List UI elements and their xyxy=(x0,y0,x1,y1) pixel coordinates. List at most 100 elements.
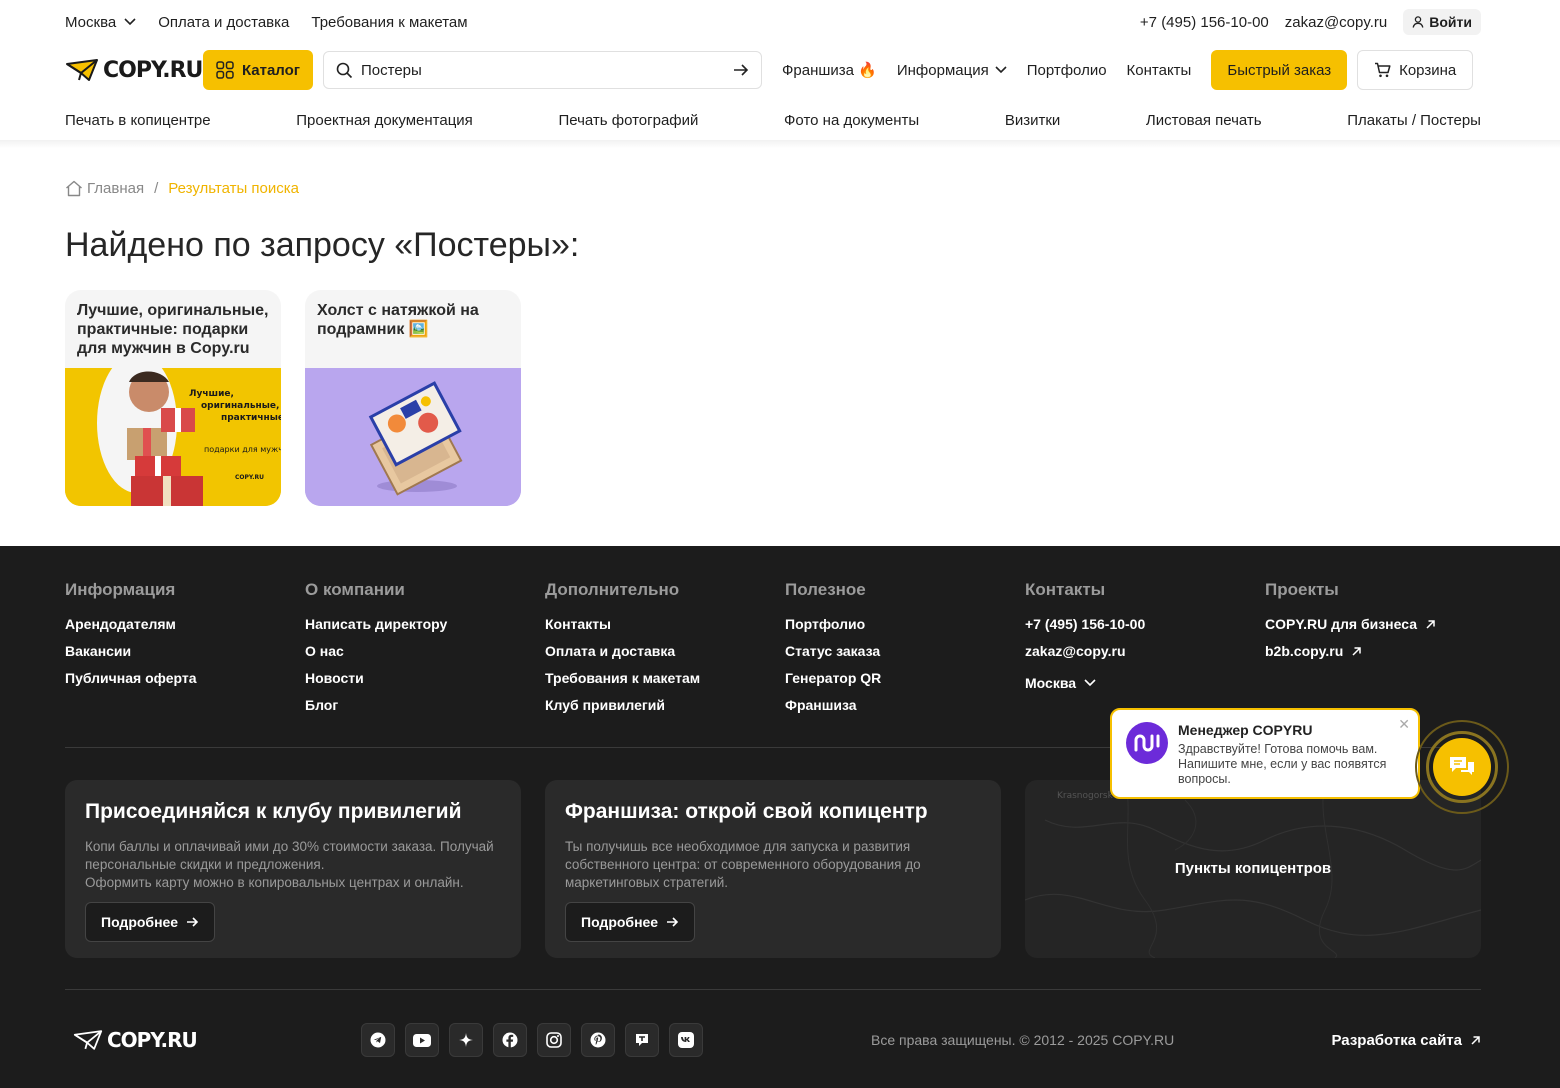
footer-link[interactable]: Новости xyxy=(305,670,545,686)
close-icon[interactable]: ✕ xyxy=(1398,716,1410,733)
footer-bottom: COPY.RU Все права защищены. © 2012 - 202… xyxy=(65,1022,1481,1058)
image-caption-4: подарки для мужч xyxy=(204,445,281,454)
footer-link[interactable]: Клуб привилегий xyxy=(545,697,785,713)
footer-city-selector[interactable]: Москва xyxy=(1025,675,1265,691)
promo-title: Франшиза: открой свой копицентр xyxy=(565,800,928,823)
result-card-image xyxy=(305,368,521,506)
catalog-button[interactable]: Каталог xyxy=(203,50,313,90)
map-place-label: Krasnogorsk xyxy=(1057,791,1114,801)
sparkle-icon[interactable] xyxy=(449,1023,483,1057)
search-icon xyxy=(336,62,353,79)
telegram-icon[interactable] xyxy=(361,1023,395,1057)
footer-heading: Полезное xyxy=(785,580,866,599)
breadcrumb-separator: / xyxy=(154,180,159,197)
more-button[interactable]: Подробнее xyxy=(565,902,696,942)
category-copy-center[interactable]: Печать в копицентре xyxy=(65,112,211,129)
footer-link[interactable]: Генератор QR xyxy=(785,670,1025,686)
breadcrumb-home[interactable]: Главная xyxy=(87,180,144,197)
more-button[interactable]: Подробнее xyxy=(85,902,216,942)
tenchat-icon[interactable] xyxy=(625,1023,659,1057)
developer-label: Разработка сайта xyxy=(1331,1031,1463,1049)
cart-icon xyxy=(1374,62,1391,78)
city-selector[interactable]: Москва xyxy=(65,14,136,31)
footer-col-company: О компании Написать директору О нас Ново… xyxy=(305,580,545,724)
cart-button[interactable]: Корзина xyxy=(1357,50,1474,90)
search-input[interactable] xyxy=(361,61,725,79)
quick-order-button[interactable]: Быстрый заказ xyxy=(1211,50,1348,90)
nav-portfolio[interactable]: Портфолио xyxy=(1027,62,1107,79)
youtube-icon[interactable] xyxy=(405,1023,439,1057)
result-card[interactable]: Холст с натяжкой на подрамник 🖼️ xyxy=(305,290,521,506)
result-card-image: Лучшие, оригинальные, практичные подарки… xyxy=(65,368,281,506)
login-label: Войти xyxy=(1429,14,1472,30)
chat-open-button[interactable] xyxy=(1415,720,1509,814)
payment-delivery-link[interactable]: Оплата и доставка xyxy=(158,14,289,31)
instagram-icon[interactable] xyxy=(537,1023,571,1057)
facebook-icon[interactable] xyxy=(493,1023,527,1057)
category-id-photos[interactable]: Фото на документы xyxy=(784,112,919,129)
nav-info[interactable]: Информация xyxy=(897,62,1007,79)
external-link-icon xyxy=(1470,1035,1481,1046)
footer-project-link[interactable]: b2b.copy.ru xyxy=(1265,643,1505,659)
cart-label: Корзина xyxy=(1399,61,1457,79)
footer-link[interactable]: Портфолио xyxy=(785,616,1025,632)
footer-project-label: b2b.copy.ru xyxy=(1265,643,1344,659)
phone-link[interactable]: +7 (495) 156-10-00 xyxy=(1140,14,1269,31)
footer-logo[interactable]: COPY.RU xyxy=(73,1028,198,1052)
result-card[interactable]: Лучшие, оригинальные, практичные: подарк… xyxy=(65,290,281,506)
logo-text: COPY.RU xyxy=(103,57,203,83)
footer-heading: Контакты xyxy=(1025,580,1106,599)
footer-link[interactable]: Статус заказа xyxy=(785,643,1025,659)
site-logo[interactable]: COPY.RU xyxy=(65,58,203,83)
manager-avatar xyxy=(1126,722,1168,764)
login-button[interactable]: Войти xyxy=(1403,9,1481,35)
image-caption-2: оригинальные, xyxy=(201,401,279,411)
vk-icon[interactable] xyxy=(669,1023,703,1057)
footer-link[interactable]: Блог xyxy=(305,697,545,713)
chat-popup[interactable]: Менеджер COPYRU Здравствуйте! Готова пом… xyxy=(1110,708,1420,799)
footer-heading: Проекты xyxy=(1265,580,1339,599)
paper-plane-icon xyxy=(65,58,99,82)
footer-link[interactable]: Оплата и доставка xyxy=(545,643,785,659)
promo-text: Ты получишь все необходимое для запуска … xyxy=(565,839,921,890)
footer-col-contacts: Контакты +7 (495) 156-10-00 zakaz@copy.r… xyxy=(1025,580,1265,724)
footer-col-info: Информация Арендодателям Вакансии Публич… xyxy=(65,580,305,724)
category-sheet-print[interactable]: Листовая печать xyxy=(1146,112,1262,129)
email-link[interactable]: zakaz@copy.ru xyxy=(1285,14,1388,31)
footer-link[interactable]: Арендодателям xyxy=(65,616,305,632)
footer-link[interactable]: Написать директору xyxy=(305,616,545,632)
nav-contacts[interactable]: Контакты xyxy=(1127,62,1192,79)
category-business-cards[interactable]: Визитки xyxy=(1005,112,1060,129)
breadcrumb-current: Результаты поиска xyxy=(168,180,300,197)
category-posters[interactable]: Плакаты / Постеры xyxy=(1347,112,1481,129)
category-project-docs[interactable]: Проектная документация xyxy=(296,112,473,129)
result-card-title: Лучшие, оригинальные, практичные: подарк… xyxy=(77,302,269,357)
more-label: Подробнее xyxy=(581,914,659,930)
footer-link[interactable]: Вакансии xyxy=(65,643,305,659)
copy-centers-map[interactable]: Krasnogorsk Пункты копицентров xyxy=(1025,780,1481,958)
arrow-right-icon[interactable] xyxy=(733,63,749,77)
footer-col-extra: Дополнительно Контакты Оплата и доставка… xyxy=(545,580,785,724)
footer-link[interactable]: Требования к макетам xyxy=(545,670,785,686)
footer-city-label: Москва xyxy=(1025,675,1077,691)
result-card-title: Холст с натяжкой на подрамник 🖼️ xyxy=(317,302,479,338)
developer-link[interactable]: Разработка сайта xyxy=(1332,1032,1482,1049)
footer-link[interactable]: Публичная оферта xyxy=(65,670,305,686)
footer-phone[interactable]: +7 (495) 156-10-00 xyxy=(1025,616,1265,632)
category-photo-print[interactable]: Печать фотографий xyxy=(558,112,698,129)
main-nav: Франшиза 🔥 Информация Портфолио Контакты xyxy=(782,61,1192,80)
footer-link[interactable]: Контакты xyxy=(545,616,785,632)
more-label: Подробнее xyxy=(101,914,179,930)
chevron-down-icon xyxy=(124,18,136,26)
image-caption-3: практичные xyxy=(221,413,281,423)
footer-link[interactable]: Франшиза xyxy=(785,697,1025,713)
footer-email[interactable]: zakaz@copy.ru xyxy=(1025,643,1265,659)
footer-col-projects: Проекты COPY.RU для бизнеса b2b.copy.ru xyxy=(1265,580,1505,724)
footer-link[interactable]: О нас xyxy=(305,643,545,659)
layout-requirements-link[interactable]: Требования к макетам xyxy=(311,14,467,31)
city-label: Москва xyxy=(65,13,117,31)
image-caption-1: Лучшие, xyxy=(189,389,234,399)
nav-franchise[interactable]: Франшиза 🔥 xyxy=(782,61,877,79)
pinterest-icon[interactable] xyxy=(581,1023,615,1057)
footer-project-link[interactable]: COPY.RU для бизнеса xyxy=(1265,616,1505,632)
